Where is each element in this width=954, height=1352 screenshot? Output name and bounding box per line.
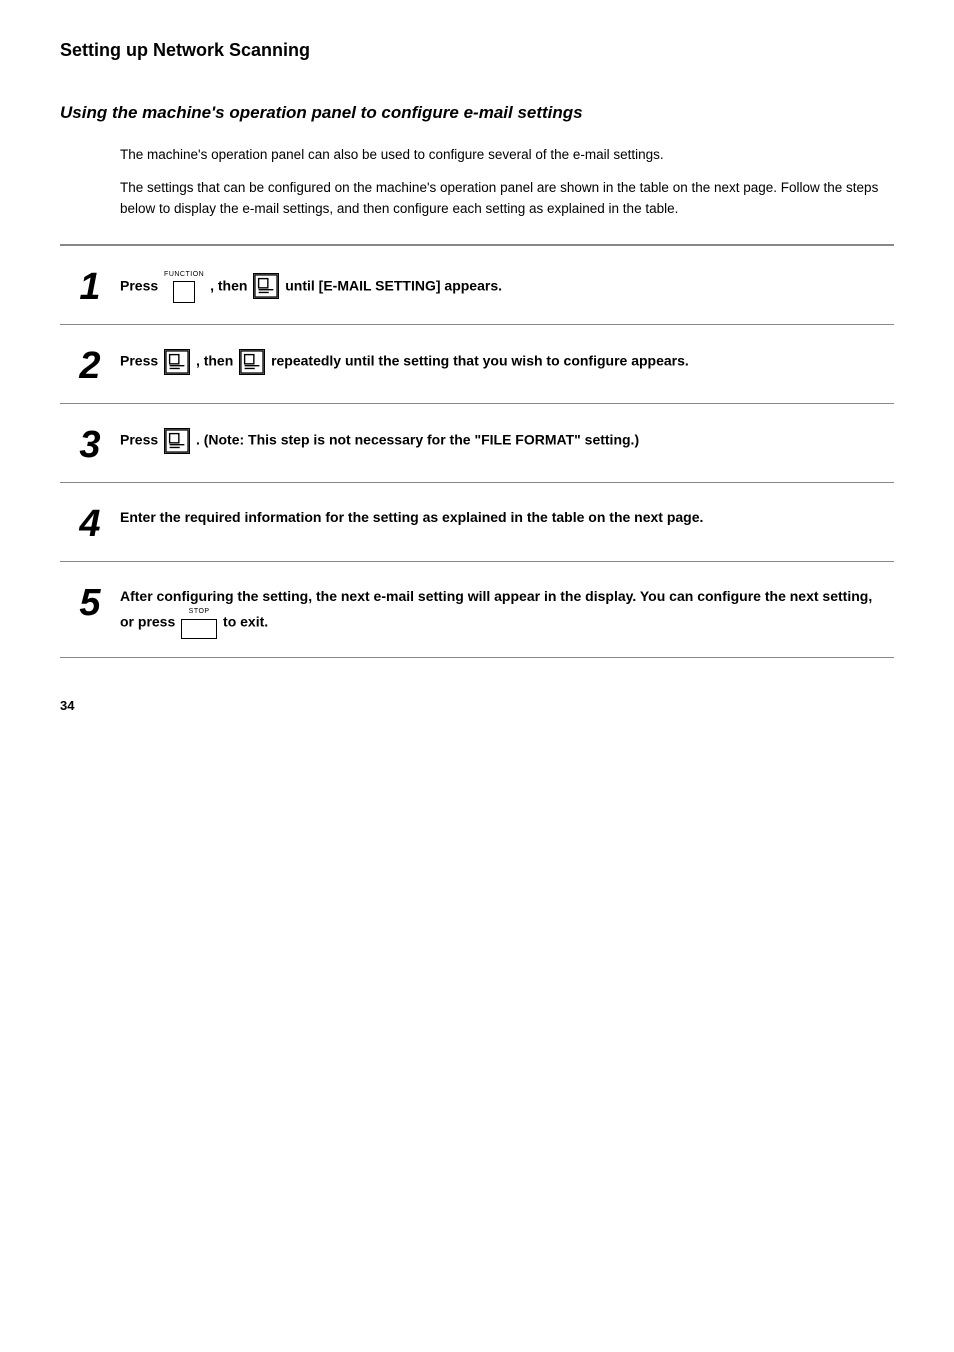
page-number: 34 <box>60 698 894 713</box>
step-5-content: After configuring the setting, the next … <box>120 580 884 640</box>
step-1-content: Press FUNCTION , then until [E-MAIL SETT… <box>120 264 884 304</box>
step-2: 2 Press , then <box>60 325 894 404</box>
step-2-content: Press , then repea <box>120 343 884 375</box>
step-3-press: Press <box>120 431 162 447</box>
page-title: Setting up Network Scanning <box>60 40 894 61</box>
step-1-number: 1 <box>60 264 120 306</box>
step-1-press: Press <box>120 277 162 293</box>
step-3-number: 3 <box>60 422 120 464</box>
step-1-until: until [E-MAIL SETTING] appears. <box>285 277 502 293</box>
panel-btn-4-icon <box>164 428 190 454</box>
step-2-press: Press <box>120 352 162 368</box>
step-4-text: Enter the required information for the s… <box>120 509 703 525</box>
function-key-icon: FUNCTION <box>164 270 204 304</box>
step-4-content: Enter the required information for the s… <box>120 501 884 529</box>
step-2-then: , then <box>196 352 237 368</box>
intro-text-1: The machine's operation panel can also b… <box>120 145 894 166</box>
panel-btn-3-icon <box>239 349 265 375</box>
step-3: 3 Press . (Note: This step is not necess… <box>60 404 894 483</box>
step-4-number: 4 <box>60 501 120 543</box>
panel-btn-1-icon <box>253 273 279 299</box>
step-3-rest: . (Note: This step is not necessary for … <box>196 431 639 447</box>
step-5-number: 5 <box>60 580 120 622</box>
step-2-rest: repeatedly until the setting that you wi… <box>271 352 689 368</box>
stop-key-icon: STOP <box>181 607 217 639</box>
step-5-text-2: to exit. <box>223 614 268 630</box>
step-5: 5 After configuring the setting, the nex… <box>60 562 894 659</box>
intro-text-2: The settings that can be configured on t… <box>120 178 894 220</box>
step-3-content: Press . (Note: This step is not necessar… <box>120 422 884 454</box>
section-title: Using the machine's operation panel to c… <box>60 101 894 125</box>
steps-container: 1 Press FUNCTION , then until [E-MAIL SE… <box>60 244 894 659</box>
panel-btn-2-icon <box>164 349 190 375</box>
step-4: 4 Enter the required information for the… <box>60 483 894 562</box>
step-1-then: , then <box>210 277 251 293</box>
step-1: 1 Press FUNCTION , then until [E-MAIL SE… <box>60 246 894 325</box>
step-2-number: 2 <box>60 343 120 385</box>
